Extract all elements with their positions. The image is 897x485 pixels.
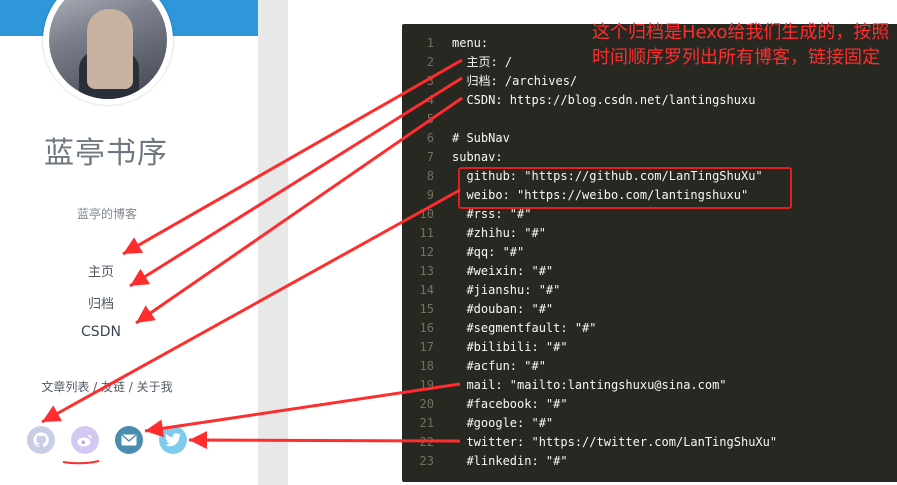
code-text: #douban: "#" bbox=[452, 302, 554, 316]
code-line: 5 bbox=[406, 110, 896, 129]
annotation-underline bbox=[62, 460, 100, 465]
code-line: 14 #jianshu: "#" bbox=[406, 281, 896, 300]
code-line: 11 #zhihu: "#" bbox=[406, 224, 896, 243]
line-number: 15 bbox=[419, 302, 434, 316]
code-text: # SubNav bbox=[452, 131, 510, 145]
code-text: 归档: /archives/ bbox=[452, 74, 578, 88]
code-line: 19 mail: "mailto:lantingshuxu@sina.com" bbox=[406, 376, 896, 395]
code-text: CSDN: https://blog.csdn.net/lantingshuxu bbox=[452, 93, 756, 107]
code-text: #jianshu: "#" bbox=[452, 283, 561, 297]
line-number: 3 bbox=[426, 74, 434, 88]
menu-item-csdn[interactable]: CSDN bbox=[0, 324, 202, 340]
line-number: 21 bbox=[419, 416, 434, 430]
code-text: #segmentfault: "#" bbox=[452, 321, 597, 335]
line-number: 9 bbox=[426, 188, 434, 202]
line-number: 11 bbox=[419, 226, 434, 240]
line-number: 14 bbox=[419, 283, 434, 297]
line-number: 18 bbox=[419, 359, 434, 373]
links-row[interactable]: 文章列表 / 友链 / 关于我 bbox=[0, 378, 214, 395]
page-divider bbox=[258, 0, 288, 485]
code-text: subnav: bbox=[452, 150, 503, 164]
code-text: #linkedin: "#" bbox=[452, 454, 568, 468]
line-number: 10 bbox=[419, 207, 434, 221]
site-subtitle: 蓝亭的博客 bbox=[76, 207, 137, 221]
code-line: 17 #bilibili: "#" bbox=[406, 338, 896, 357]
menu-item-archives[interactable]: 归档 bbox=[0, 293, 202, 312]
highlight-box-subnav bbox=[458, 167, 792, 209]
code-line: 22 twitter: "https://twitter.com/LanTing… bbox=[406, 433, 896, 452]
sidebar: 蓝亭书序 蓝亭的博客 主页 归档 CSDN 文章列表 / 友链 / 关于我 bbox=[0, 0, 258, 485]
line-number: 7 bbox=[426, 150, 434, 164]
code-text: #facebook: "#" bbox=[452, 397, 568, 411]
code-text: 主页: / bbox=[452, 55, 513, 69]
code-text: #qq: "#" bbox=[452, 245, 525, 259]
code-text: #acfun: "#" bbox=[452, 359, 546, 373]
code-line: 15 #douban: "#" bbox=[406, 300, 896, 319]
code-text: #weixin: "#" bbox=[452, 264, 554, 278]
code-line: 7 subnav: bbox=[406, 148, 896, 167]
line-number: 2 bbox=[426, 55, 434, 69]
code-line: 16 #segmentfault: "#" bbox=[406, 319, 896, 338]
avatar-figure bbox=[87, 9, 133, 89]
code-line: 13 #weixin: "#" bbox=[406, 262, 896, 281]
code-text: #bilibili: "#" bbox=[452, 340, 568, 354]
menu-item-home[interactable]: 主页 bbox=[0, 261, 202, 280]
avatar-photo bbox=[49, 0, 167, 99]
code-line: 23 #linkedin: "#" bbox=[406, 452, 896, 471]
line-number: 4 bbox=[426, 93, 434, 107]
mail-icon[interactable] bbox=[115, 426, 143, 454]
line-number: 13 bbox=[419, 264, 434, 278]
code-text: #google: "#" bbox=[452, 416, 554, 430]
line-number: 1 bbox=[426, 36, 434, 50]
annotation-note: 这个归档是Hexo给我们生成的，按照时间顺序罗列出所有博客，链接固定 bbox=[592, 22, 890, 68]
code-line: 21 #google: "#" bbox=[406, 414, 896, 433]
code-line: 12 #qq: "#" bbox=[406, 243, 896, 262]
code-line: 6 # SubNav bbox=[406, 129, 896, 148]
line-number: 6 bbox=[426, 131, 434, 145]
line-number: 23 bbox=[419, 454, 434, 468]
code-line: 18 #acfun: "#" bbox=[406, 357, 896, 376]
line-number: 19 bbox=[419, 378, 434, 392]
line-number: 12 bbox=[419, 245, 434, 259]
twitter-icon[interactable] bbox=[159, 426, 187, 454]
code-text: #zhihu: "#" bbox=[452, 226, 546, 240]
site-title[interactable]: 蓝亭书序 bbox=[0, 128, 212, 172]
line-number: 16 bbox=[419, 321, 434, 335]
code-text: mail: "mailto:lantingshuxu@sina.com" bbox=[452, 378, 727, 392]
line-number: 20 bbox=[419, 397, 434, 411]
code-text: twitter: "https://twitter.com/LanTingShu… bbox=[452, 435, 778, 449]
code-line: 20 #facebook: "#" bbox=[406, 395, 896, 414]
line-number: 22 bbox=[419, 435, 434, 449]
line-number: 8 bbox=[426, 169, 434, 183]
line-number: 5 bbox=[426, 112, 434, 126]
line-number: 17 bbox=[419, 340, 434, 354]
code-line: 3 归档: /archives/ bbox=[406, 72, 896, 91]
code-text: menu: bbox=[452, 36, 489, 50]
weibo-icon[interactable] bbox=[71, 426, 99, 454]
github-icon[interactable] bbox=[27, 426, 55, 454]
avatar[interactable] bbox=[43, 0, 173, 105]
code-line: 4 CSDN: https://blog.csdn.net/lantingshu… bbox=[406, 91, 896, 110]
